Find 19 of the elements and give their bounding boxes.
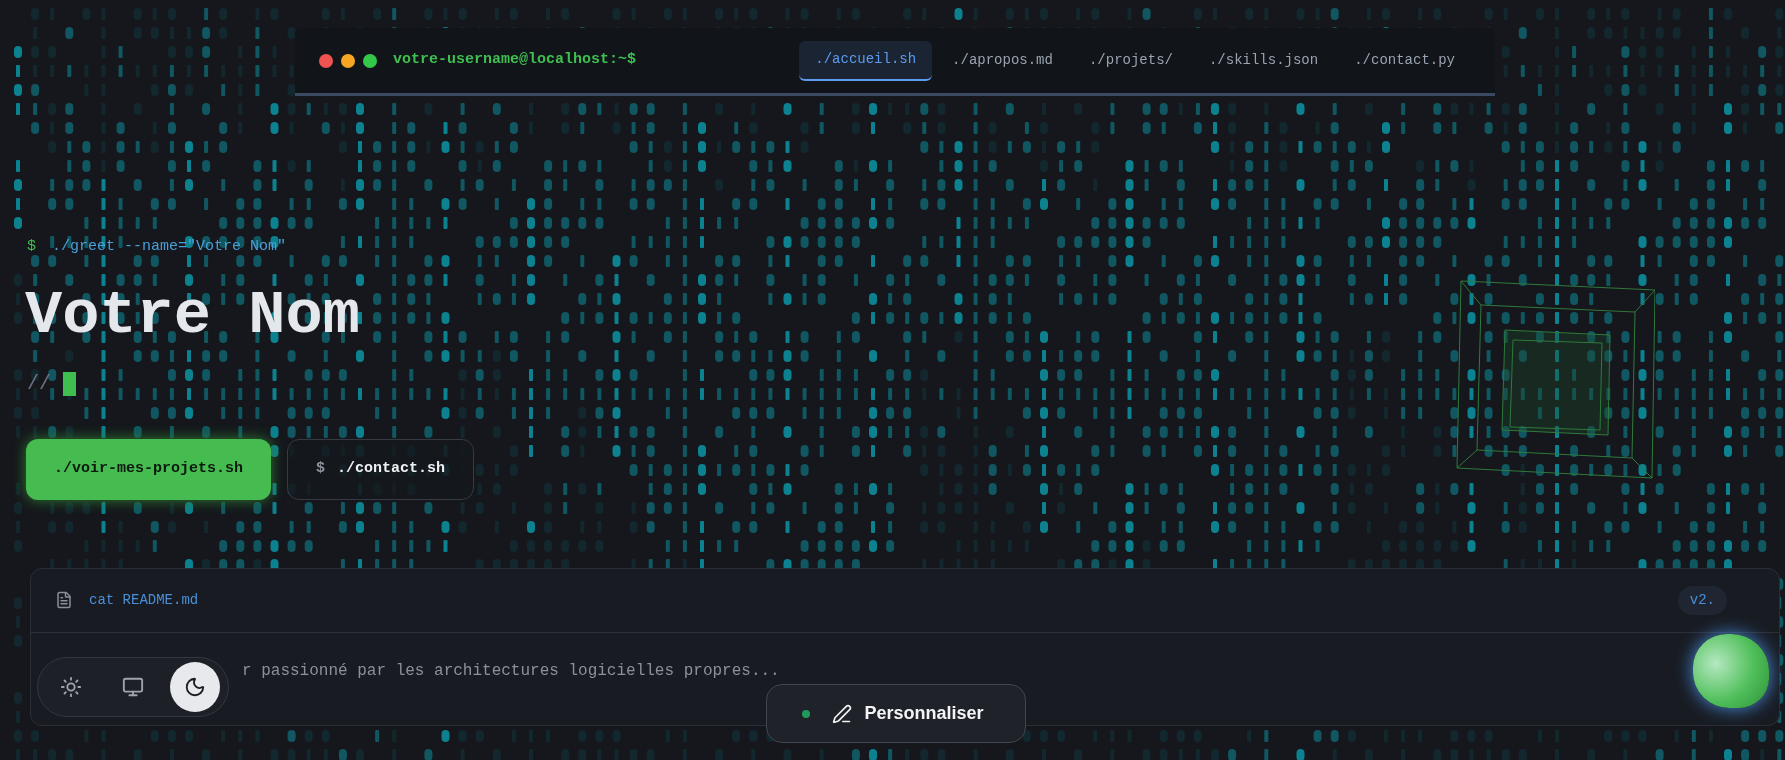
projects-button[interactable]: ./voir-mes-projets.sh	[26, 438, 272, 500]
prompt-symbol: $	[27, 237, 36, 257]
readme-text: r passionné par les architectures logicielles propres...	[242, 661, 780, 680]
customize-label: Personnaliser	[864, 702, 984, 725]
terminal-prompt: votre-username@localhost:~$	[393, 50, 637, 71]
hero-name: Votre Nom	[25, 280, 361, 351]
nav-tab[interactable]: ./contact.py	[1338, 40, 1471, 81]
contact-button[interactable]: $ ./contact.sh	[287, 438, 475, 500]
nav-tab[interactable]: ./accueil.sh	[799, 40, 933, 81]
customize-button[interactable]: Personnaliser	[766, 684, 1026, 743]
nav-tab[interactable]: ./apropos.md	[936, 40, 1069, 81]
dollar-sign: $	[316, 458, 326, 479]
version-badge: v2.	[1677, 585, 1727, 615]
contact-label: ./contact.sh	[337, 458, 446, 479]
nav-tab[interactable]: ./skills.json	[1192, 40, 1335, 81]
readme-command: cat README.md	[89, 590, 199, 610]
nav-tab[interactable]: ./projets/	[1072, 40, 1189, 81]
greet-command: ./greet --name="Votre Nom"	[52, 237, 287, 257]
comment-text: //	[27, 370, 51, 397]
